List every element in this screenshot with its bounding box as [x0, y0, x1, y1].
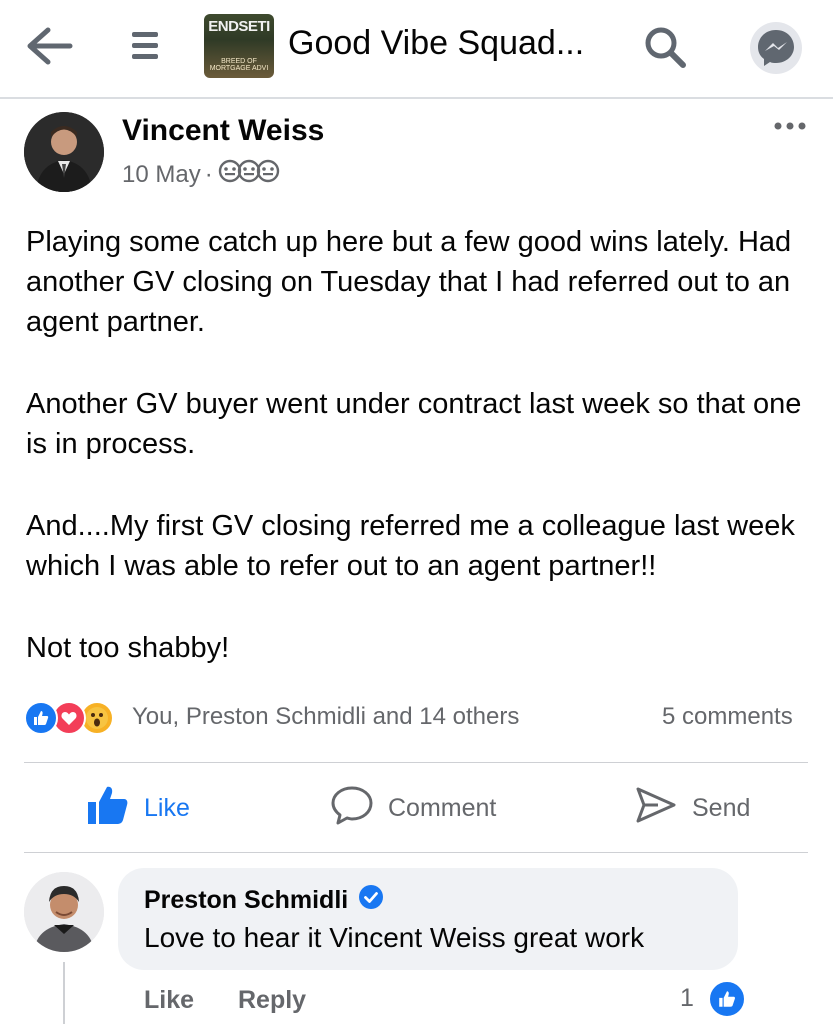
more-options-icon[interactable] — [770, 116, 810, 136]
send-icon — [634, 785, 678, 832]
menu-icon[interactable] — [126, 26, 166, 66]
comment-button[interactable]: Comment — [330, 778, 496, 838]
comment-icon — [330, 785, 374, 832]
comment-like-button[interactable]: Like — [144, 986, 194, 1015]
reaction-icons[interactable] — [24, 700, 114, 736]
post-paragraph: Another GV buyer went under contract las… — [26, 388, 802, 460]
group-name[interactable]: Good Vibe Squad... — [288, 24, 584, 63]
comment-like-reaction-icon[interactable] — [708, 980, 746, 1018]
post-paragraph: And....My first GV closing referred me a… — [26, 510, 795, 582]
divider — [24, 852, 808, 853]
back-arrow-icon[interactable] — [22, 24, 74, 68]
comment-reply-button[interactable]: Reply — [238, 986, 306, 1015]
reaction-names[interactable]: You, Preston Schmidli and 14 others — [132, 703, 519, 731]
comment-button-label: Comment — [388, 793, 497, 822]
group-thumb-title: ENDSETI — [208, 18, 270, 35]
commenter-name[interactable]: Preston Schmidli — [144, 886, 348, 915]
commenter-name-row: Preston Schmidli — [144, 884, 384, 917]
post-paragraph: Not too shabby! — [26, 632, 230, 664]
top-bar: ENDSETI BREED OF MORTGAGE ADVI Good Vibe… — [0, 0, 833, 99]
post-body: Playing some catch up here but a few goo… — [26, 222, 816, 668]
thumbs-up-icon — [86, 784, 130, 833]
messenger-icon[interactable] — [748, 20, 804, 76]
comment-like-count: 1 — [680, 984, 694, 1012]
meta-separator: · — [204, 160, 213, 188]
commenter-avatar[interactable] — [24, 872, 104, 952]
send-button[interactable]: Send — [634, 778, 750, 838]
author-avatar[interactable] — [24, 112, 104, 192]
group-thumb-subtitle: BREED OF MORTGAGE ADVI — [209, 58, 269, 72]
comment-count[interactable]: 5 comments — [662, 703, 793, 731]
send-button-label: Send — [692, 793, 751, 822]
comment-text: Love to hear it Vincent Weiss great work — [144, 922, 645, 953]
verified-badge-icon — [358, 884, 384, 917]
like-button[interactable]: Like — [86, 778, 190, 838]
post-date[interactable]: 10 May — [122, 161, 201, 189]
group-audience-icon — [217, 158, 281, 191]
post-author-name[interactable]: Vincent Weiss — [122, 114, 324, 148]
post-paragraph: Playing some catch up here but a few goo… — [26, 226, 792, 338]
like-reaction-icon — [24, 701, 58, 735]
like-button-label: Like — [144, 793, 190, 822]
thread-line — [63, 962, 65, 1024]
post-meta: 10 May · — [122, 158, 281, 191]
search-icon[interactable] — [640, 22, 690, 72]
group-cover-thumbnail[interactable]: ENDSETI BREED OF MORTGAGE ADVI — [204, 14, 274, 78]
divider — [24, 762, 808, 763]
